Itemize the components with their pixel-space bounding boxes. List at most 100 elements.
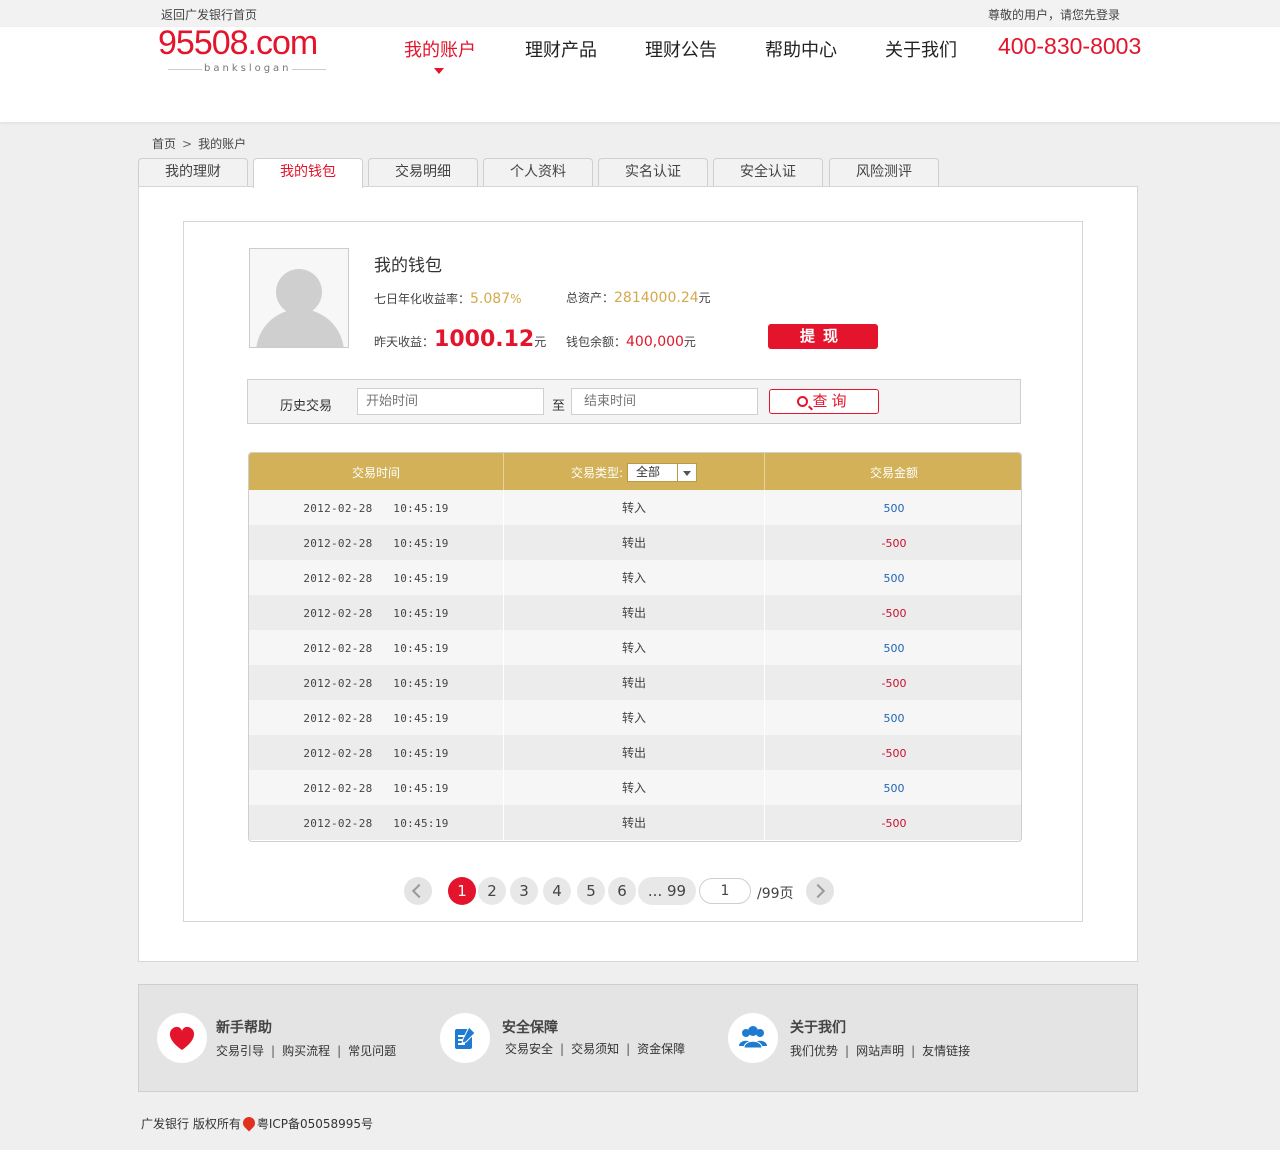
total-assets: 总资产：2814000.24元 <box>566 289 711 306</box>
row-amount: -500 <box>881 747 907 760</box>
footer-link[interactable]: 购买流程 <box>282 1044 330 1058</box>
table-row: 2012-02-28 10:45:19 转出 -500 <box>249 665 1021 700</box>
type-filter-select[interactable]: 全部 <box>627 462 698 482</box>
footer-help-links: 交易引导 | 购买流程 | 常见问题 <box>216 1044 397 1058</box>
footer-link[interactable]: 资金保障 <box>637 1042 685 1056</box>
logo-divider <box>168 69 202 70</box>
chevron-right-icon: > <box>182 137 193 151</box>
tab-personal-info[interactable]: 个人资料 <box>483 158 593 186</box>
page-1[interactable]: 1 <box>448 877 476 905</box>
row-time: 2012-02-28 10:45:19 <box>249 490 504 525</box>
row-type: 转出 <box>504 525 765 560</box>
avatar-body-shape <box>256 309 344 347</box>
tab-transaction-details[interactable]: 交易明细 <box>368 158 478 186</box>
footer-link[interactable]: 常见问题 <box>348 1044 396 1058</box>
row-time: 2012-02-28 10:45:19 <box>249 630 504 665</box>
yield-label: 七日年化收益率： <box>374 292 471 306</box>
query-button[interactable]: 查询 <box>769 389 879 414</box>
row-amount: 500 <box>883 712 905 725</box>
page-total: /99页 <box>757 886 794 902</box>
footer-link[interactable]: 友情链接 <box>922 1044 970 1058</box>
row-time: 2012-02-28 10:45:19 <box>249 770 504 805</box>
table-row: 2012-02-28 10:45:19 转入 500 <box>249 490 1021 525</box>
page-5[interactable]: 5 <box>577 877 605 905</box>
next-page-icon[interactable] <box>806 877 834 905</box>
row-time: 2012-02-28 10:45:19 <box>249 525 504 560</box>
table-row: 2012-02-28 10:45:19 转入 500 <box>249 770 1021 805</box>
icp-number[interactable]: 粤ICP备05058995号 <box>257 1117 373 1131</box>
row-time: 2012-02-28 10:45:19 <box>249 595 504 630</box>
page-6[interactable]: 6 <box>608 877 636 905</box>
footer-link[interactable]: 交易须知 <box>571 1042 619 1056</box>
nav-my-account[interactable]: 我的账户 <box>404 36 476 62</box>
table-header: 交易时间 交易类型: 全部 交易金额 <box>249 453 1021 490</box>
page-last[interactable]: ... 99 <box>638 877 696 905</box>
withdraw-button[interactable]: 提现 <box>768 324 878 349</box>
hotline-number: 400-830-8003 <box>998 33 1142 59</box>
active-nav-caret-icon <box>434 68 444 74</box>
tab-security-auth[interactable]: 安全认证 <box>713 158 823 186</box>
breadcrumb-home[interactable]: 首页 <box>152 137 176 151</box>
copyright: 广发银行 版权所有 粤ICP备05058995号 <box>141 1114 373 1132</box>
page-3[interactable]: 3 <box>510 877 538 905</box>
row-time: 2012-02-28 10:45:19 <box>249 665 504 700</box>
footer-link[interactable]: 网站声明 <box>856 1044 904 1058</box>
header-time: 交易时间 <box>249 453 504 490</box>
type-filter-value: 全部 <box>636 464 661 479</box>
row-amount: -500 <box>881 677 907 690</box>
page-4[interactable]: 4 <box>543 877 571 905</box>
page-2[interactable]: 2 <box>478 877 506 905</box>
footer-link[interactable]: 我们优势 <box>790 1044 838 1058</box>
footer-about-title: 关于我们 <box>790 1020 846 1036</box>
users-icon <box>728 1013 778 1063</box>
date-range-separator: 至 <box>552 399 566 414</box>
start-date-input[interactable] <box>357 388 544 415</box>
query-label: 查询 <box>812 392 851 410</box>
wallet-title: 我的钱包 <box>374 256 442 276</box>
end-date-input[interactable] <box>571 388 758 415</box>
logo-slogan: bankslogan <box>204 63 292 74</box>
transaction-table: 交易时间 交易类型: 全部 交易金额 2012-02-28 10:45:19 转入 5… <box>248 452 1022 842</box>
row-type: 转入 <box>504 490 765 525</box>
document-edit-icon <box>440 1013 490 1063</box>
login-prompt-link[interactable]: 尊敬的用户，请您先登录 <box>988 6 1120 23</box>
total-unit: 元 <box>698 291 711 305</box>
breadcrumb-current: 我的账户 <box>198 137 247 151</box>
site-logo[interactable]: 95508.com bankslogan <box>158 24 338 74</box>
tab-real-name-auth[interactable]: 实名认证 <box>598 158 708 186</box>
tab-my-finance[interactable]: 我的理财 <box>138 158 248 186</box>
page-jump-input[interactable]: 1 <box>699 878 751 904</box>
back-to-bank-link[interactable]: 返回广发银行首页 <box>161 6 257 23</box>
nav-about-us[interactable]: 关于我们 <box>885 36 957 62</box>
row-amount: 500 <box>883 572 905 585</box>
table-row: 2012-02-28 10:45:19 转出 -500 <box>249 735 1021 770</box>
row-type: 转入 <box>504 630 765 665</box>
search-icon <box>797 396 809 407</box>
total-value: 2814000.24 <box>614 290 699 306</box>
breadcrumb: 首页 > 我的账户 <box>152 135 246 152</box>
row-type: 转入 <box>504 770 765 805</box>
nav-help-center[interactable]: 帮助中心 <box>765 36 837 62</box>
balance-label: 钱包余额： <box>566 335 627 349</box>
table-row: 2012-02-28 10:45:19 转出 -500 <box>249 595 1021 630</box>
nav-announcements[interactable]: 理财公告 <box>645 36 717 62</box>
header-amount: 交易金额 <box>869 466 918 480</box>
footer-help-title: 新手帮助 <box>216 1020 272 1036</box>
balance-unit: 元 <box>683 335 696 349</box>
footer-link[interactable]: 交易安全 <box>505 1042 553 1056</box>
table-row: 2012-02-28 10:45:19 转出 -500 <box>249 805 1021 840</box>
nav-products[interactable]: 理财产品 <box>525 36 597 62</box>
tab-my-wallet[interactable]: 我的钱包 <box>253 158 363 188</box>
prev-page-icon[interactable] <box>404 877 432 905</box>
row-time: 2012-02-28 10:45:19 <box>249 700 504 735</box>
tab-risk-assessment[interactable]: 风险测评 <box>829 158 939 186</box>
police-badge-icon <box>240 1114 258 1132</box>
yesterday-label: 昨天收益： <box>374 335 435 349</box>
footer-about-links: 我们优势 | 网站声明 | 友情链接 <box>790 1044 971 1058</box>
footer-link[interactable]: 交易引导 <box>216 1044 264 1058</box>
yesterday-value: 1000.12 <box>434 327 535 352</box>
footer-security-title: 安全保障 <box>502 1020 558 1036</box>
heart-icon <box>157 1013 207 1063</box>
yesterday-earnings: 昨天收益：1000.12元 <box>374 327 546 352</box>
seven-day-yield: 七日年化收益率：5.087% <box>374 290 522 307</box>
